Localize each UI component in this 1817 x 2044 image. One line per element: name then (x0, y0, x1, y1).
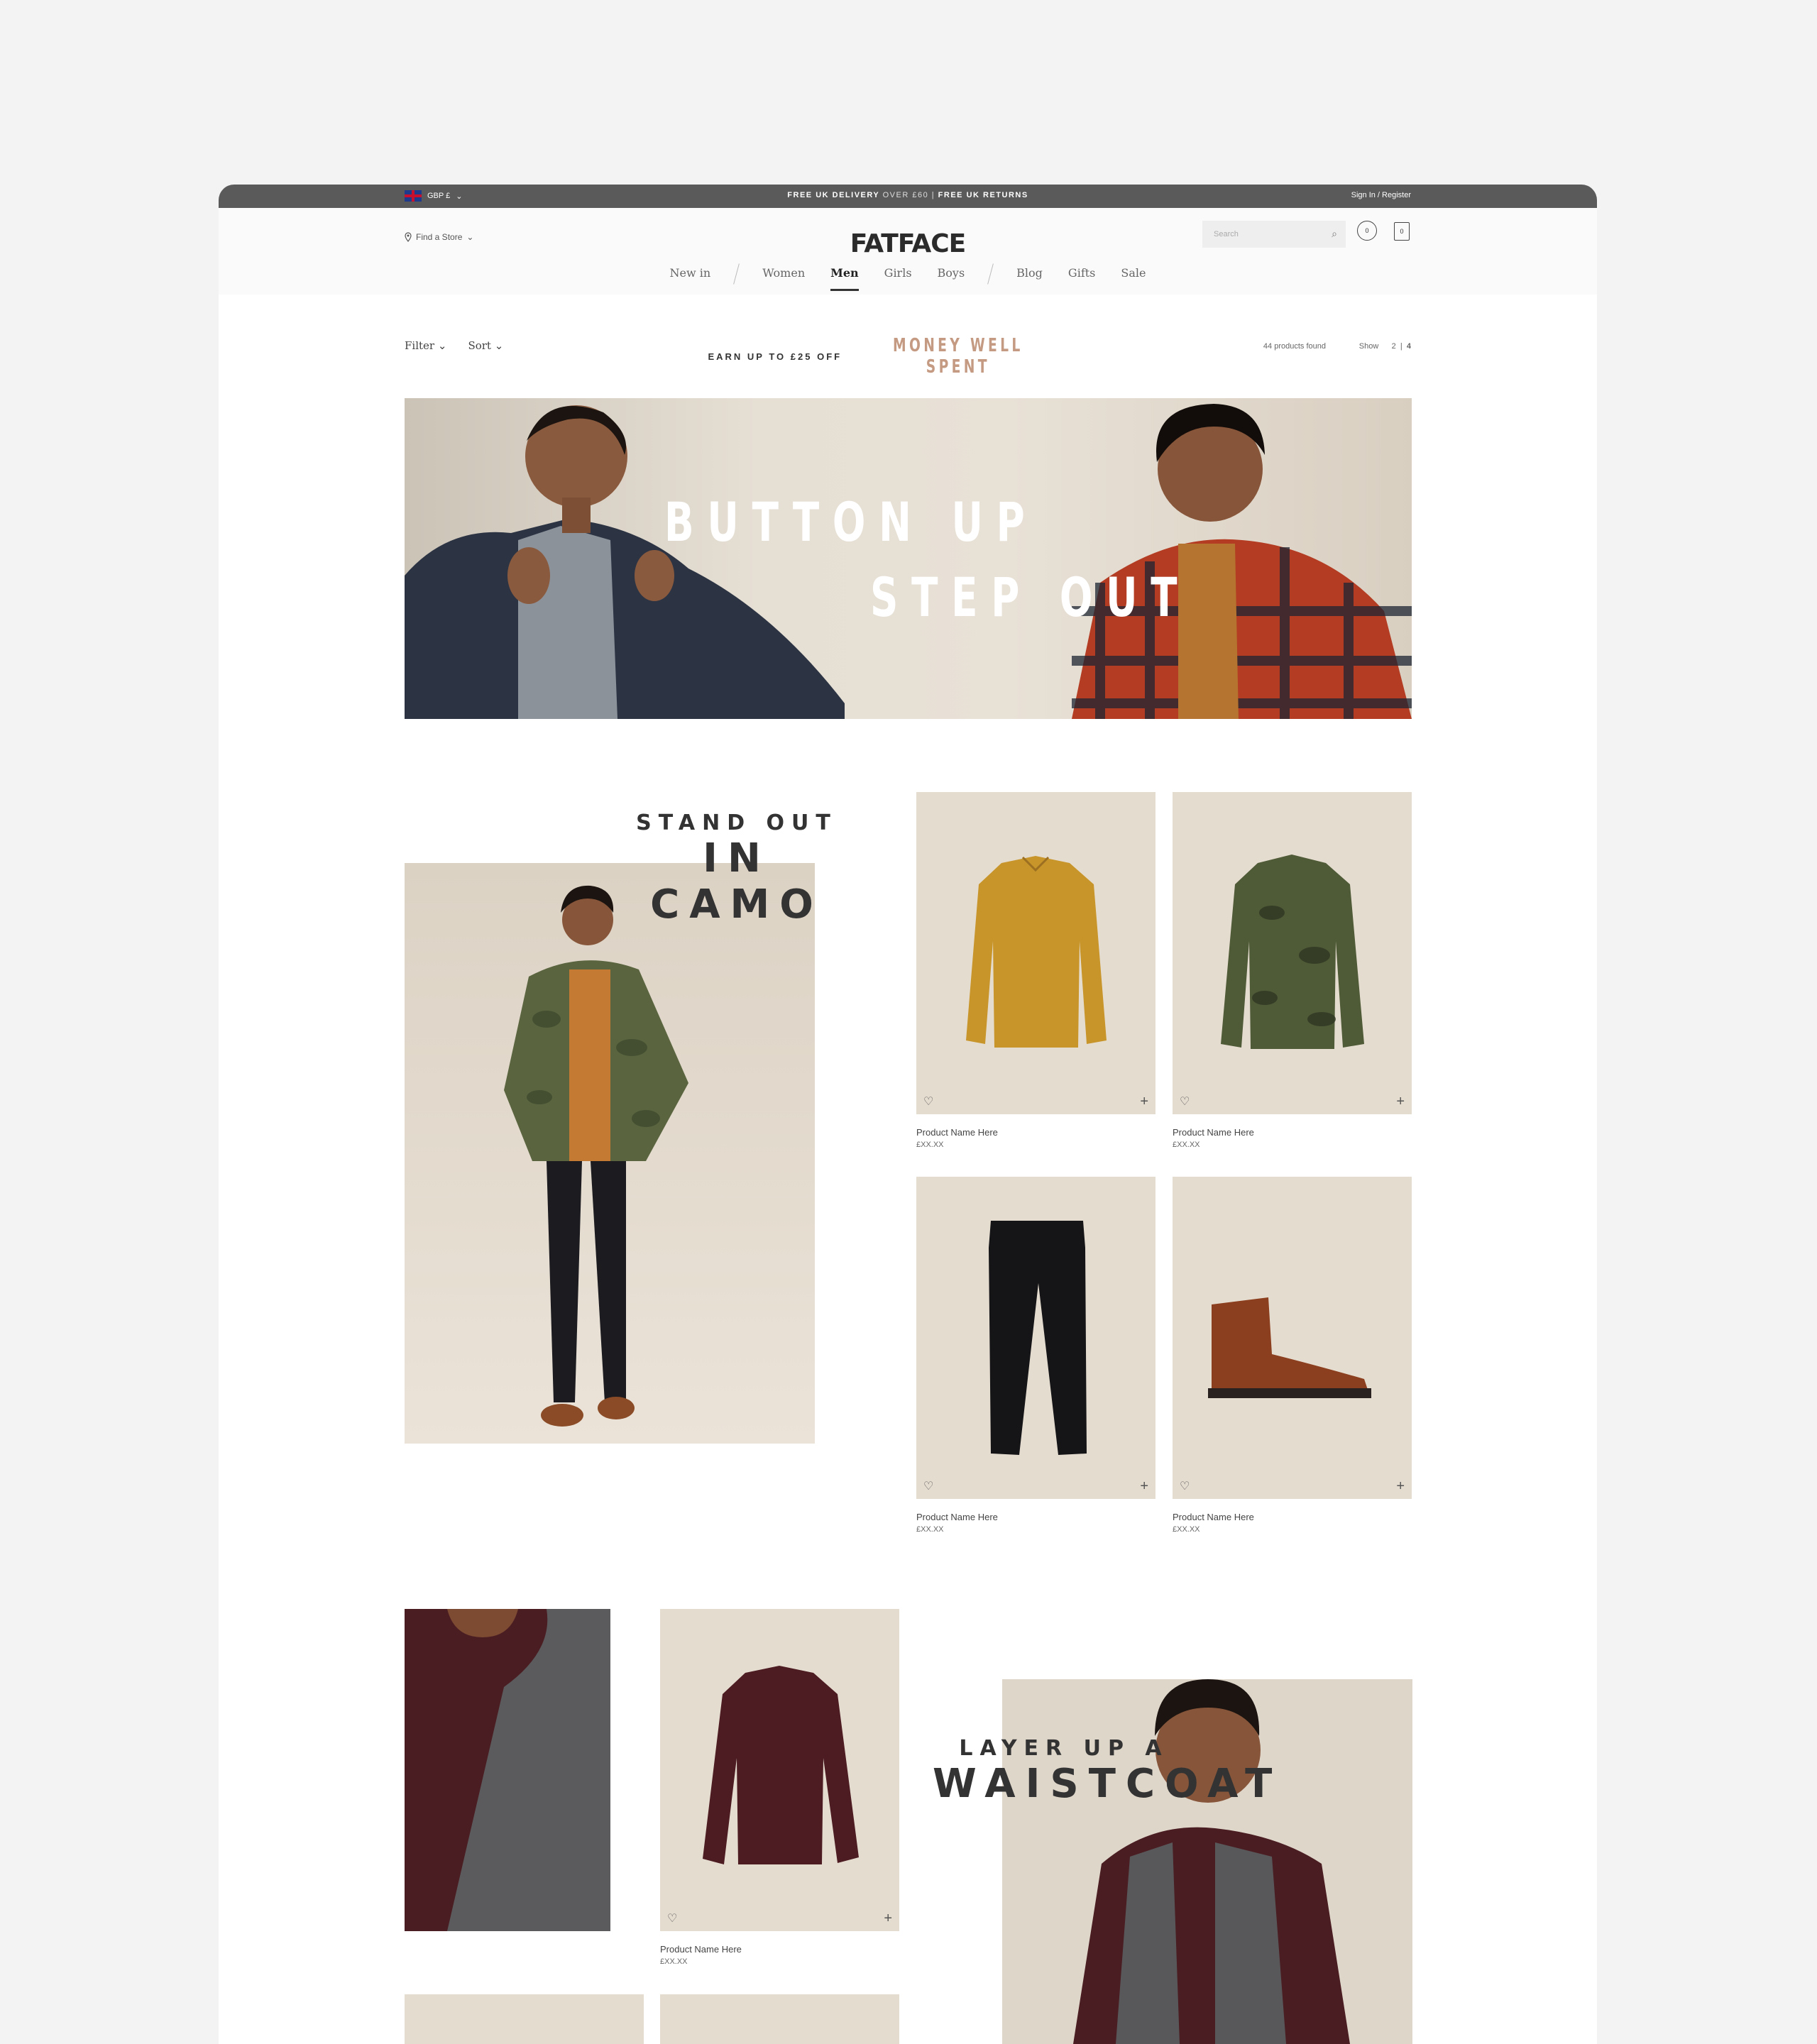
yellow-shirt-icon (966, 856, 1107, 1048)
main-nav: New in Women Men Girls Boys Blog Gifts S… (219, 263, 1597, 291)
add-to-bag-icon[interactable]: + (1140, 1478, 1148, 1495)
product-image[interactable]: ♡ + (1173, 792, 1412, 1114)
nav-item-gifts[interactable]: Gifts (1068, 266, 1095, 290)
product-price: £XX.XX (1173, 1141, 1200, 1149)
show-2-option[interactable]: 2 (1392, 342, 1396, 351)
man-camo-jacket-image (504, 885, 688, 1427)
promo-earn: EARN UP TO £25 OFF (708, 351, 842, 362)
product-image[interactable]: ♡ + (916, 1177, 1155, 1499)
heart-icon[interactable]: ♡ (667, 1911, 677, 1925)
hero-headline-2: STEP OUT (870, 566, 1191, 629)
search-input[interactable]: Search ⌕ (1202, 221, 1346, 248)
bag-count: 0 (1400, 228, 1404, 235)
man-waistcoat-image (1073, 1679, 1350, 2044)
product-name[interactable]: Product Name Here (916, 1127, 1155, 1138)
product-name[interactable]: Product Name Here (916, 1512, 1155, 1522)
search-icon[interactable]: ⌕ (1332, 228, 1337, 240)
product-image[interactable] (660, 1994, 899, 2044)
brown-boot-icon (1208, 1297, 1371, 1398)
camo-title: STAND OUT IN CAMO (623, 811, 850, 928)
product-card[interactable]: ♡ + Product Name Here £XX.XX (660, 1609, 899, 1966)
wishlist-icon[interactable]: 0 (1357, 221, 1377, 241)
hero-headline-1: BUTTON UP (664, 490, 1038, 554)
add-to-bag-icon[interactable]: + (1396, 1094, 1405, 1110)
product-name[interactable]: Product Name Here (1173, 1127, 1412, 1138)
man-check-shirt-image (1072, 404, 1412, 719)
product-card[interactable]: ♡ + Product Name Here £XX.XX (1173, 792, 1412, 1149)
product-image[interactable]: ♡ + (1173, 1177, 1412, 1499)
show-label: Show (1358, 342, 1379, 351)
nav-item-women[interactable]: Women (762, 266, 805, 290)
product-card[interactable]: ♡ + Product Name Here £XX.XX (916, 792, 1155, 1149)
announcement-bar: GBP £ ⌄ FREE UK DELIVERY OVER £60 | FREE… (219, 185, 1597, 208)
nav-item-blog[interactable]: Blog (1016, 266, 1043, 290)
product-image[interactable]: ♡ + (660, 1609, 899, 1931)
waistcoat-title: LAYER UP A WAISTCOAT (933, 1736, 1283, 1807)
product-image[interactable] (405, 1994, 644, 2044)
black-jeans-icon (989, 1221, 1087, 1455)
promo-money: MONEY WELL SPENT (892, 335, 1023, 378)
camo-title-small: STAND OUT (636, 811, 838, 835)
check-shirt-icon (703, 1666, 859, 1864)
waistcoat-title-small: LAYER UP A (959, 1736, 1169, 1761)
product-price: £XX.XX (660, 1957, 688, 1966)
delivery-light: OVER £60 | (882, 191, 935, 199)
add-to-bag-icon[interactable]: + (884, 1911, 892, 1927)
nav-divider (987, 263, 994, 285)
camo-jacket-icon (1221, 855, 1364, 1049)
product-name[interactable]: Product Name Here (660, 1944, 899, 1955)
show-4-option[interactable]: 4 (1407, 342, 1411, 351)
waistcoat-detail-image[interactable] (405, 1609, 610, 1931)
grid-size-selector: Show 2 | 4 (1358, 342, 1411, 351)
nav-item-girls[interactable]: Girls (884, 266, 912, 290)
heart-icon[interactable]: ♡ (923, 1479, 933, 1493)
add-to-bag-icon[interactable]: + (1140, 1094, 1148, 1110)
product-image[interactable]: ♡ + (916, 792, 1155, 1114)
heart-icon[interactable]: ♡ (1180, 1094, 1190, 1109)
promo-banner[interactable]: EARN UP TO £25 OFF MONEY WELL SPENT (405, 335, 1411, 378)
product-price: £XX.XX (1173, 1525, 1200, 1534)
delivery-bold: FREE UK DELIVERY (787, 191, 880, 199)
camo-title-big: IN CAMO (650, 835, 823, 928)
nav-item-new-in[interactable]: New in (670, 266, 711, 290)
product-price: £XX.XX (916, 1525, 944, 1534)
camo-outfit-image[interactable] (405, 863, 815, 1444)
search-placeholder: Search (1214, 230, 1239, 238)
product-count: 44 products found (1263, 342, 1326, 351)
waistcoat-title-big: WAISTCOAT (933, 1761, 1283, 1807)
product-price: £XX.XX (916, 1141, 944, 1149)
nav-item-boys[interactable]: Boys (938, 266, 965, 290)
add-to-bag-icon[interactable]: + (1396, 1478, 1405, 1495)
waistcoat-outfit-image[interactable] (1002, 1679, 1412, 2044)
product-name[interactable]: Product Name Here (1173, 1512, 1412, 1522)
nav-item-men[interactable]: Men (830, 266, 859, 291)
hero-banner[interactable]: BUTTON UP STEP OUT (405, 398, 1412, 719)
listing-toolbar: Filter ⌄ Sort ⌄ EARN UP TO £25 OFF MONEY… (405, 335, 1411, 378)
nav-divider (733, 263, 740, 285)
waistcoat-closeup-image (405, 1609, 610, 1931)
bag-icon[interactable]: 0 (1394, 222, 1410, 241)
heart-icon[interactable]: ♡ (1180, 1479, 1190, 1493)
wishlist-count: 0 (1365, 227, 1369, 234)
site-header: Find a Store ⌄ FATFACE Search ⌕ 0 0 New … (219, 208, 1597, 295)
product-card[interactable]: ♡ + Product Name Here £XX.XX (1173, 1177, 1412, 1534)
man-denim-jacket-image (405, 405, 845, 719)
page-frame: GBP £ ⌄ FREE UK DELIVERY OVER £60 | FREE… (219, 185, 1597, 2044)
signin-link[interactable]: Sign In / Register (1351, 191, 1411, 199)
product-card[interactable]: ♡ + Product Name Here £XX.XX (916, 1177, 1155, 1534)
heart-icon[interactable]: ♡ (923, 1094, 933, 1109)
nav-item-sale[interactable]: Sale (1121, 266, 1146, 290)
returns-text: FREE UK RETURNS (938, 191, 1028, 199)
